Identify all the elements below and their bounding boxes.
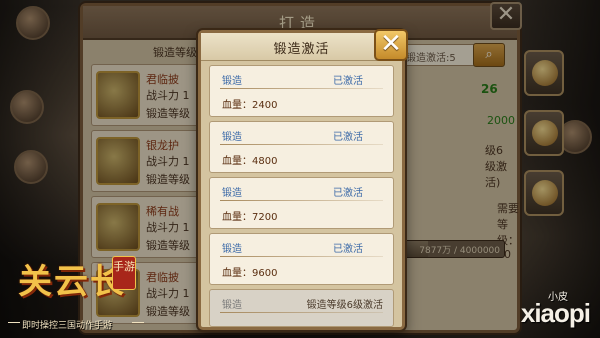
card-stat: 血量：4800 — [222, 156, 278, 167]
card-divider — [220, 200, 383, 201]
card-name: 锻造 — [222, 76, 242, 87]
card-stat: 血量：2400 — [222, 100, 278, 111]
card-status: 已激活 — [333, 132, 363, 143]
activation-card: 锻造 已激活 血量：7200 — [209, 177, 394, 229]
card-name: 锻造 — [222, 188, 242, 199]
close-icon[interactable]: ✕ — [374, 29, 408, 61]
game-logo: 关云长 手游 即时操控三国动作手游 — [8, 248, 148, 334]
logo-line — [8, 322, 20, 323]
card-name: 锻造 — [222, 300, 242, 311]
watermark-big: xiaopi — [520, 298, 591, 328]
modal-title: 锻造激活 — [273, 42, 330, 57]
card-status: 锻造等级6级激活 — [306, 300, 383, 311]
logo-line — [132, 322, 144, 323]
activation-card: 锻造 已激活 血量：2400 — [209, 65, 394, 117]
logo-tagline: 即时操控三国动作手游 — [22, 321, 113, 331]
logo-badge: 手游 — [112, 256, 136, 290]
card-divider — [220, 88, 383, 89]
card-stat: 血量：9600 — [222, 268, 278, 279]
card-status: 已激活 — [333, 188, 363, 199]
activation-card-locked: 锻造 锻造等级6级激活 — [209, 289, 394, 327]
activation-card-list[interactable]: 锻造 已激活 血量：2400 锻造 已激活 血量：4800 锻造 已激活 血量：… — [209, 65, 394, 327]
card-name: 锻造 — [222, 132, 242, 143]
modal-header: 锻造激活 — [201, 33, 402, 61]
card-status: 已激活 — [333, 244, 363, 255]
forge-activation-modal: 锻造激活 ✕ 锻造 已激活 血量：2400 锻造 已激活 血量：4800 锻造 … — [198, 29, 408, 330]
card-divider — [220, 312, 383, 313]
site-watermark: 小皮 xiaopi — [514, 288, 591, 330]
activation-card: 锻造 已激活 血量：9600 — [209, 233, 394, 285]
logo-title: 关云长 — [18, 262, 126, 302]
card-divider — [220, 144, 383, 145]
card-stat: 血量：7200 — [222, 212, 278, 223]
card-name: 锻造 — [222, 244, 242, 255]
activation-card: 锻造 已激活 血量：4800 — [209, 121, 394, 173]
card-divider — [220, 256, 383, 257]
card-status: 已激活 — [333, 76, 363, 87]
